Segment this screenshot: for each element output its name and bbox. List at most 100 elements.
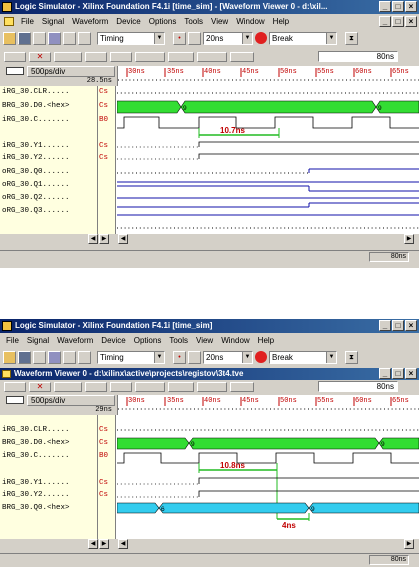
minimize-button[interactable]: _ [379, 1, 391, 12]
zoom-out-icon[interactable] [110, 52, 132, 62]
document-icon[interactable] [4, 16, 14, 26]
menu-signal[interactable]: Signal [23, 336, 53, 345]
scale-select[interactable]: 500ps/div [27, 395, 115, 406]
bottom-waveforms[interactable]: 9 9 10.8ns 6 9 4ns [117, 415, 419, 539]
flip-icon[interactable] [54, 52, 82, 62]
clock-pattern-icon[interactable] [197, 52, 227, 62]
probe-icon[interactable] [63, 31, 76, 45]
open-icon[interactable] [3, 31, 16, 45]
scroll-left-icon[interactable]: ◀ [118, 234, 128, 244]
signal-name[interactable]: RG_30.C....... [7, 452, 70, 460]
clock-pattern-icon[interactable] [197, 382, 227, 392]
step-select[interactable]: 20ns ▼ [203, 31, 253, 45]
save-icon[interactable] [18, 350, 31, 364]
delete-icon[interactable]: ✕ [29, 52, 51, 62]
mdi-close-button[interactable]: × [405, 16, 417, 27]
menu-help[interactable]: Help [254, 336, 278, 345]
window-icon[interactable] [78, 350, 91, 364]
step-icon[interactable] [188, 350, 201, 364]
signal-name[interactable]: RG_30.Q0...... [7, 168, 70, 176]
break-select[interactable]: Break ▼ [269, 350, 337, 364]
window-icon[interactable] [78, 31, 91, 45]
chevron-down-icon[interactable]: ▼ [242, 351, 252, 363]
signal-name[interactable]: RG_30.Y2...... [7, 491, 70, 499]
menu-help[interactable]: Help [269, 17, 293, 26]
scale-select[interactable]: 500ps/div [27, 66, 115, 77]
zoom-time-field[interactable]: 80ns [318, 381, 398, 392]
child-title-bar[interactable]: Waveform Viewer 0 - d:\xilinx\active\pro… [0, 368, 419, 380]
top-waveforms[interactable]: 9 9 10.7ns [117, 86, 419, 234]
menu-file[interactable]: File [17, 17, 38, 26]
scroll-right-icon[interactable]: ▶ [99, 234, 109, 244]
scroll-right-icon[interactable]: ▶ [404, 539, 414, 549]
signal-name[interactable]: RG_30.Y1...... [7, 479, 70, 487]
menu-view[interactable]: View [207, 17, 232, 26]
close-button[interactable]: × [405, 1, 417, 12]
menu-view[interactable]: View [192, 336, 217, 345]
zoom-out-icon[interactable] [110, 382, 132, 392]
ruler-icon[interactable] [6, 67, 24, 75]
break-select[interactable]: Break ▼ [269, 31, 337, 45]
signal-name[interactable]: RG_30.Q3...... [7, 207, 70, 215]
top-title-bar[interactable]: Logic Simulator - Xilinx Foundation F4.1… [0, 0, 419, 14]
bottom-title-bar[interactable]: Logic Simulator - Xilinx Foundation F4.1… [0, 319, 419, 333]
stimulator-icon[interactable] [48, 31, 61, 45]
minimize-button[interactable]: _ [379, 320, 391, 331]
scroll-right-icon[interactable]: ▶ [404, 234, 414, 244]
menu-signal[interactable]: Signal [38, 17, 68, 26]
menu-window[interactable]: Window [232, 17, 268, 26]
chevron-down-icon[interactable]: ▼ [326, 32, 336, 44]
hourglass-icon[interactable]: ⧗ [345, 350, 358, 364]
chevron-down-icon[interactable]: ▼ [154, 351, 164, 363]
ruler-icon[interactable] [4, 382, 26, 392]
signal-name[interactable]: RG_30.D0.<hex> [7, 439, 70, 447]
hourglass-icon[interactable]: ⧗ [345, 31, 358, 45]
pattern-icon[interactable] [135, 382, 165, 392]
chevron-down-icon[interactable]: ▼ [154, 32, 164, 44]
menu-file[interactable]: File [0, 336, 23, 345]
flip-icon[interactable] [54, 382, 82, 392]
toggle-icon[interactable] [168, 382, 194, 392]
time-ruler[interactable]: 30ns 35ns 40ns 45ns 50ns 55ns 60ns 65ns [117, 66, 419, 86]
open-icon[interactable] [3, 350, 16, 364]
off-icon[interactable]: • [173, 350, 186, 364]
goto-start-icon[interactable] [85, 382, 107, 392]
step-icon[interactable] [188, 31, 201, 45]
stimulator-icon[interactable] [48, 350, 61, 364]
mode-select[interactable]: Timing ▼ [97, 31, 165, 45]
signal-name[interactable]: RG_30.CLR..... [7, 426, 70, 434]
mdi-restore-button[interactable]: □ [392, 16, 404, 27]
top-horizontal-scrollbar[interactable]: ◀ ▶ ◀ ▶ [0, 234, 419, 244]
high-low-icon[interactable] [230, 382, 254, 392]
save-icon[interactable] [18, 31, 31, 45]
menu-device[interactable]: Device [112, 17, 144, 26]
ruler-icon[interactable] [6, 396, 24, 404]
mdi-minimize-button[interactable]: _ [379, 368, 391, 379]
scroll-left-icon[interactable]: ◀ [88, 539, 98, 549]
menu-tools[interactable]: Tools [180, 17, 207, 26]
menu-waveform[interactable]: Waveform [53, 336, 97, 345]
toggle-icon[interactable] [168, 52, 194, 62]
delete-icon[interactable]: ✕ [29, 382, 51, 392]
step-select[interactable]: 20ns ▼ [203, 350, 253, 364]
signal-name[interactable]: RG_30.D0.<hex> [7, 102, 70, 110]
high-low-icon[interactable] [230, 52, 254, 62]
zoom-time-field[interactable]: 80ns [318, 51, 398, 62]
stop-icon[interactable] [255, 351, 267, 363]
menu-window[interactable]: Window [217, 336, 253, 345]
mdi-restore-button[interactable]: □ [392, 368, 404, 379]
time-ruler[interactable]: 30ns 35ns 40ns 45ns 50ns 55ns 60ns 65ns [117, 395, 419, 415]
signal-name[interactable]: RG_30.Q2...... [7, 194, 70, 202]
stop-icon[interactable] [255, 32, 267, 44]
signal-name[interactable]: RG_30.Q0.<hex> [7, 504, 70, 512]
maximize-button[interactable]: □ [392, 1, 404, 12]
off-icon[interactable]: • [173, 31, 186, 45]
chevron-down-icon[interactable]: ▼ [242, 32, 252, 44]
menu-tools[interactable]: Tools [165, 336, 192, 345]
menu-options[interactable]: Options [130, 336, 166, 345]
menu-options[interactable]: Options [145, 17, 181, 26]
signal-name[interactable]: RG_30.CLR..... [7, 88, 70, 96]
menu-device[interactable]: Device [97, 336, 129, 345]
signal-name[interactable]: RG_30.Y2...... [7, 154, 70, 162]
signal-name[interactable]: RG_30.Q1...... [7, 181, 70, 189]
